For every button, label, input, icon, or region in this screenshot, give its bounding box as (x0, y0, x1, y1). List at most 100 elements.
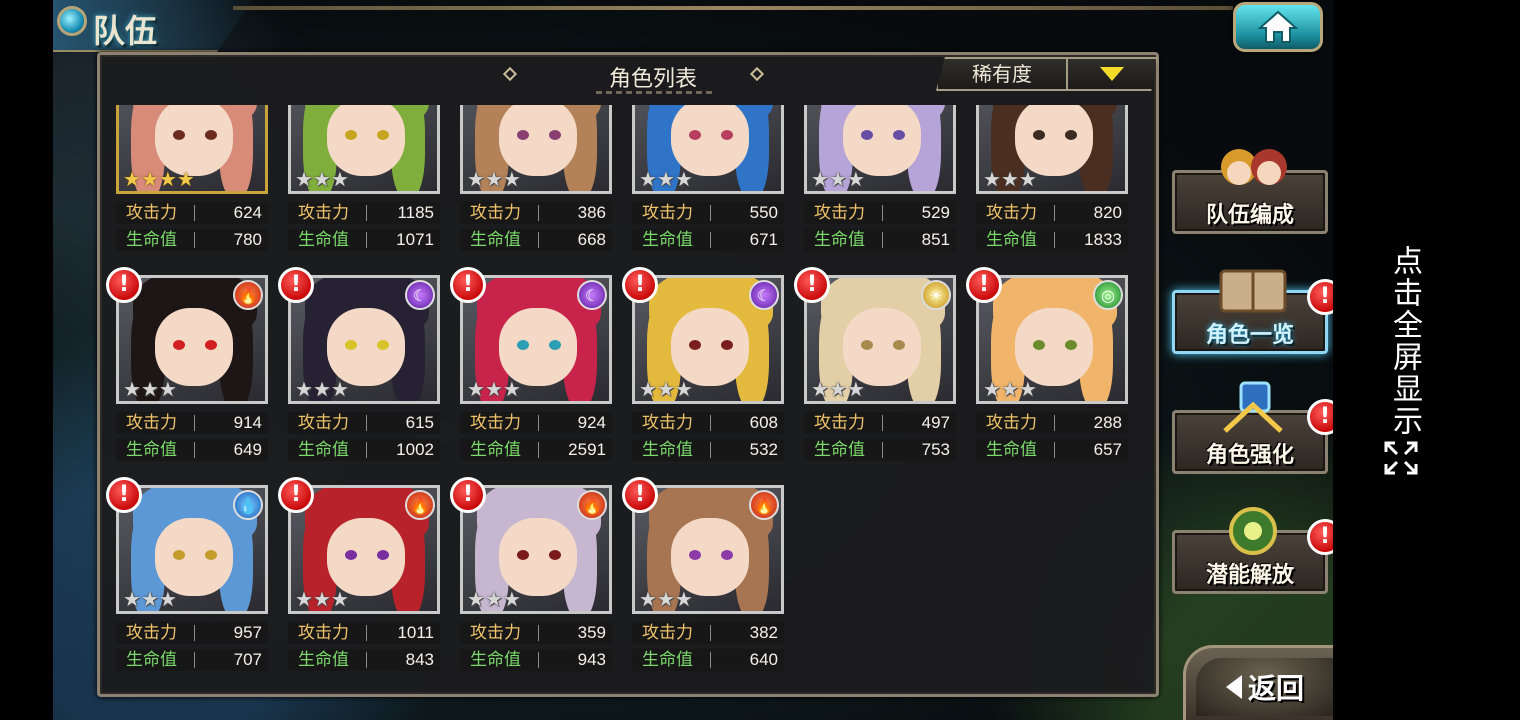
character-card[interactable]: ★ ★ ★ ◎! 攻击力 288 生命值 657 (966, 267, 1128, 461)
eye-shape (1065, 340, 1077, 350)
character-list-panel: 角色列表 稀有度 ★ ★ ★ ★ 攻击力 624 生命值 780 ★ ★ ★ 攻击力 1185 生命值 10… (97, 52, 1159, 697)
star-icon: ★ (467, 377, 485, 401)
eye-shape (517, 130, 529, 140)
hp-stat: 生命值 649 (116, 439, 268, 461)
water-element-icon: 💧 (233, 490, 263, 520)
character-card[interactable]: ★ ★ ★ ☾! 攻击力 924 生命值 2591 (450, 267, 612, 461)
stat-value: 843 (405, 650, 434, 669)
stat-value: 529 (921, 203, 950, 222)
team-formation-button[interactable]: 队伍编成 (1172, 149, 1328, 234)
character-card[interactable]: ★ ★ ★ 🔥! 攻击力 1011 生命值 843 (278, 477, 440, 671)
attack-stat: 攻击力 359 (460, 622, 612, 644)
character-card[interactable]: ★ ★ ★ 攻击力 550 生命值 671 (632, 65, 784, 251)
eye-shape (205, 550, 217, 560)
character-card[interactable]: ★ ★ ★ ☾! 攻击力 615 生命值 1002 (278, 267, 440, 461)
character-grid: ★ ★ ★ ★ 攻击力 624 生命值 780 ★ ★ ★ 攻击力 1185 生命值 1071 ★ ★ ★ 攻击力 3… (100, 55, 1156, 694)
character-card[interactable]: ★ ★ ★ 攻击力 386 生命值 668 (460, 65, 612, 251)
face-shape (327, 518, 405, 596)
back-arrow-icon (1225, 675, 1242, 699)
stat-divider (882, 205, 883, 221)
eye-shape (377, 130, 389, 140)
stat-divider (538, 625, 539, 641)
fire-element-icon: 🔥 (577, 490, 607, 520)
stat-value: 1002 (396, 440, 434, 459)
stat-divider (882, 442, 883, 458)
stat-label: 生命值 (298, 440, 349, 460)
star-icon: ★ (1000, 377, 1019, 401)
character-list-button[interactable]: 角色一览! (1172, 269, 1333, 354)
star-icon: ★ (639, 377, 657, 401)
side-menu-label: 角色一览 (1205, 323, 1294, 348)
home-button[interactable] (1233, 2, 1323, 52)
star-icon: ★ (502, 167, 521, 191)
character-upgrade-button[interactable]: 角色强化! (1172, 381, 1333, 474)
star-rating: ★ ★ ★ (467, 589, 521, 609)
stat-label: 攻击力 (470, 413, 521, 433)
star-rating: ★ ★ ★ (123, 379, 177, 399)
fullscreen-hint[interactable]: 点击全屏显示 (1372, 245, 1432, 485)
alert-icon: ! (1307, 519, 1333, 555)
face-shape (499, 518, 577, 596)
character-card[interactable]: ★ ★ ★ 🔥! 攻击力 914 生命值 649 (106, 267, 268, 461)
menu-art-icon (1215, 257, 1291, 319)
hp-stat: 生命值 668 (460, 229, 612, 251)
title-gem-icon (57, 6, 87, 36)
character-card[interactable]: ★ ★ ★ 💧! 攻击力 957 生命值 707 (106, 477, 268, 671)
eye-shape (205, 340, 217, 350)
stat-label: 攻击力 (298, 203, 349, 223)
star-icon: ★ (467, 167, 485, 191)
stat-label: 生命值 (814, 440, 865, 460)
character-card[interactable]: ★ ★ ★ ☾! 攻击力 608 生命值 532 (622, 267, 784, 461)
star-rating: ★ ★ ★ (123, 589, 177, 609)
side-menu-label: 潜能解放 (1205, 563, 1294, 588)
stat-divider (710, 442, 711, 458)
face-shape (155, 308, 233, 386)
star-rating: ★ ★ ★ (639, 589, 693, 609)
potential-unlock-button[interactable]: 潜能解放! (1172, 507, 1333, 594)
alert-icon: ! (1307, 399, 1333, 435)
star-icon: ★ (484, 167, 503, 191)
character-card[interactable]: ★ ★ ★ 🔥! 攻击力 359 生命值 943 (450, 477, 612, 671)
stat-divider (366, 652, 367, 668)
character-card[interactable]: ★ ★ ★ 攻击力 1185 生命值 1071 (288, 65, 440, 251)
star-rating: ★ ★ ★ (811, 379, 865, 399)
page-title: 队伍 (93, 12, 158, 50)
alert-icon: ! (278, 267, 314, 303)
star-icon: ★ (1018, 167, 1037, 191)
stat-divider (882, 415, 883, 431)
hp-stat: 生命值 640 (632, 649, 784, 671)
star-icon: ★ (158, 587, 177, 611)
attack-stat: 攻击力 1011 (288, 622, 440, 644)
character-card[interactable]: ★ ★ ★ ★ 攻击力 624 生命值 780 (116, 65, 268, 251)
stat-label: 攻击力 (298, 623, 349, 643)
attack-stat: 攻击力 288 (976, 412, 1128, 434)
back-label: 返回 (1247, 672, 1304, 705)
star-icon: ★ (1018, 377, 1037, 401)
stat-label: 生命值 (298, 230, 349, 250)
stat-divider (194, 442, 195, 458)
alert-icon: ! (1307, 279, 1333, 315)
star-icon: ★ (295, 587, 313, 611)
top-frame-ornament (233, 6, 1233, 10)
star-icon: ★ (295, 377, 313, 401)
character-card[interactable]: ★ ★ ★ 🔥! 攻击力 382 生命值 640 (622, 477, 784, 671)
stat-value: 1011 (397, 623, 434, 642)
star-icon: ★ (295, 167, 313, 191)
eye-shape (345, 550, 357, 560)
stat-divider (882, 232, 883, 248)
star-icon: ★ (811, 377, 829, 401)
stat-divider (710, 205, 711, 221)
menu-art-icon (1215, 377, 1291, 439)
star-icon: ★ (123, 167, 141, 191)
stat-divider (194, 625, 195, 641)
character-card[interactable]: ★ ★ ★ ☀! 攻击力 497 生命值 753 (794, 267, 956, 461)
menu-art-icon (1215, 497, 1291, 559)
character-card[interactable]: ★ ★ ★ 攻击力 820 生命值 1833 (976, 65, 1128, 251)
eye-shape (1065, 130, 1077, 140)
back-button[interactable]: 返回 (1183, 645, 1333, 720)
eye-shape (345, 340, 357, 350)
character-card[interactable]: ★ ★ ★ 攻击力 529 生命值 851 (804, 65, 956, 251)
light-element-icon: ☀ (921, 280, 951, 310)
stat-divider (710, 415, 711, 431)
stat-value: 624 (233, 203, 262, 222)
